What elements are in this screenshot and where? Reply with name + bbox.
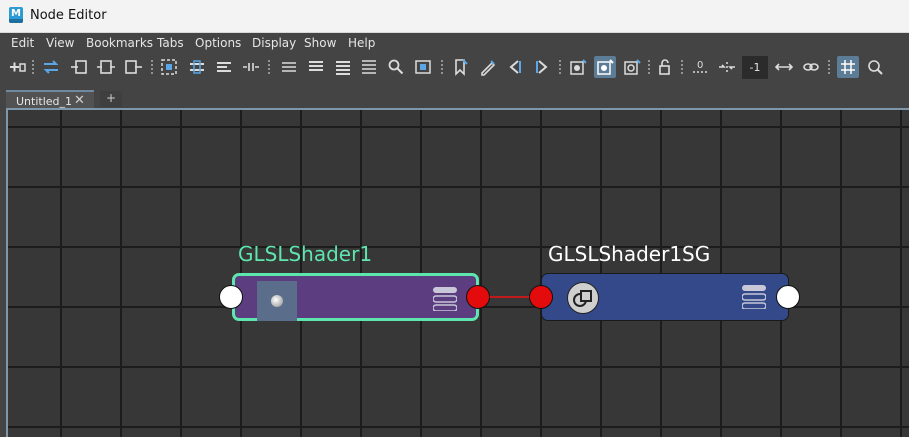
node-title-glslshader1sg: GLSLShader1SG (548, 242, 711, 266)
menu-bar: Edit View Bookmarks Tabs Options Display… (0, 33, 909, 53)
render-swatch-icon[interactable] (567, 56, 589, 78)
window-title: Node Editor (30, 8, 107, 23)
connected-mode-icon[interactable] (305, 56, 327, 78)
grid-icon[interactable] (837, 56, 859, 78)
toolbar: 0 -1 (0, 53, 909, 82)
zero-icon[interactable]: 0 (689, 56, 711, 78)
maya-app-icon: M (9, 7, 23, 23)
lock-icon[interactable] (654, 56, 676, 78)
frame-all-icon[interactable] (158, 56, 180, 78)
menu-bookmarks[interactable]: Bookmarks (86, 36, 153, 50)
menu-display[interactable]: Display (252, 36, 296, 50)
svg-text:0: 0 (697, 60, 703, 71)
collapse-icon[interactable] (716, 56, 738, 78)
tab-label: Untitled_1 (16, 95, 73, 108)
input-port-glslshader1[interactable] (219, 285, 243, 309)
title-bar: M Node Editor (0, 0, 909, 33)
next-bookmark-icon[interactable] (531, 56, 553, 78)
prev-bookmark-icon[interactable] (504, 56, 526, 78)
input-port-glslshader1sg[interactable] (529, 285, 553, 309)
spread-icon[interactable] (240, 56, 262, 78)
attribute-list-icon[interactable] (433, 287, 457, 311)
output-port-glslshader1[interactable] (466, 285, 490, 309)
simple-mode-icon[interactable] (278, 56, 300, 78)
search-icon[interactable] (385, 56, 407, 78)
full-mode-icon[interactable] (332, 56, 354, 78)
bookmark-edit-icon[interactable] (477, 56, 499, 78)
close-icon[interactable]: ✕ (74, 93, 85, 108)
shader-sphere-icon (271, 295, 283, 307)
graph-swatch-icon[interactable] (594, 56, 616, 78)
menu-options[interactable]: Options (195, 36, 241, 50)
link-icon[interactable] (800, 56, 822, 78)
menu-edit[interactable]: Edit (11, 36, 34, 50)
add-to-graph-icon[interactable] (6, 56, 28, 78)
output-port-glslshader1sg[interactable] (776, 285, 800, 309)
node-title-glslshader1: GLSLShader1 (238, 242, 373, 266)
menu-view[interactable]: View (46, 36, 74, 50)
node-glslshader1sg[interactable] (541, 273, 789, 321)
output-connections-icon[interactable] (122, 56, 144, 78)
expand-icon[interactable] (773, 56, 795, 78)
menu-show[interactable]: Show (304, 36, 336, 50)
input-connections-icon[interactable] (68, 56, 90, 78)
tab-bar: Untitled_1 ✕ + (0, 88, 909, 111)
custom-mode-icon[interactable] (358, 56, 380, 78)
layout-icon[interactable] (213, 56, 235, 78)
frame-selected-icon[interactable] (186, 56, 208, 78)
shading-group-icon (567, 282, 599, 314)
attribute-list-icon[interactable] (742, 285, 766, 309)
input-output-icon[interactable] (95, 56, 117, 78)
node-glslshader1[interactable] (232, 273, 479, 321)
menu-help[interactable]: Help (348, 36, 375, 50)
menu-tabs[interactable]: Tabs (157, 36, 184, 50)
add-tab-button[interactable]: + (100, 91, 122, 107)
snap-icon[interactable] (864, 56, 886, 78)
shader-swatch (257, 281, 297, 321)
bookmark-icon[interactable] (449, 56, 471, 78)
swap-icon[interactable] (40, 56, 62, 78)
swatch-toggle-icon[interactable] (621, 56, 643, 78)
snapshot-icon[interactable] (412, 56, 434, 78)
connection-wire[interactable] (489, 296, 531, 298)
depth-field[interactable]: -1 (742, 56, 768, 79)
